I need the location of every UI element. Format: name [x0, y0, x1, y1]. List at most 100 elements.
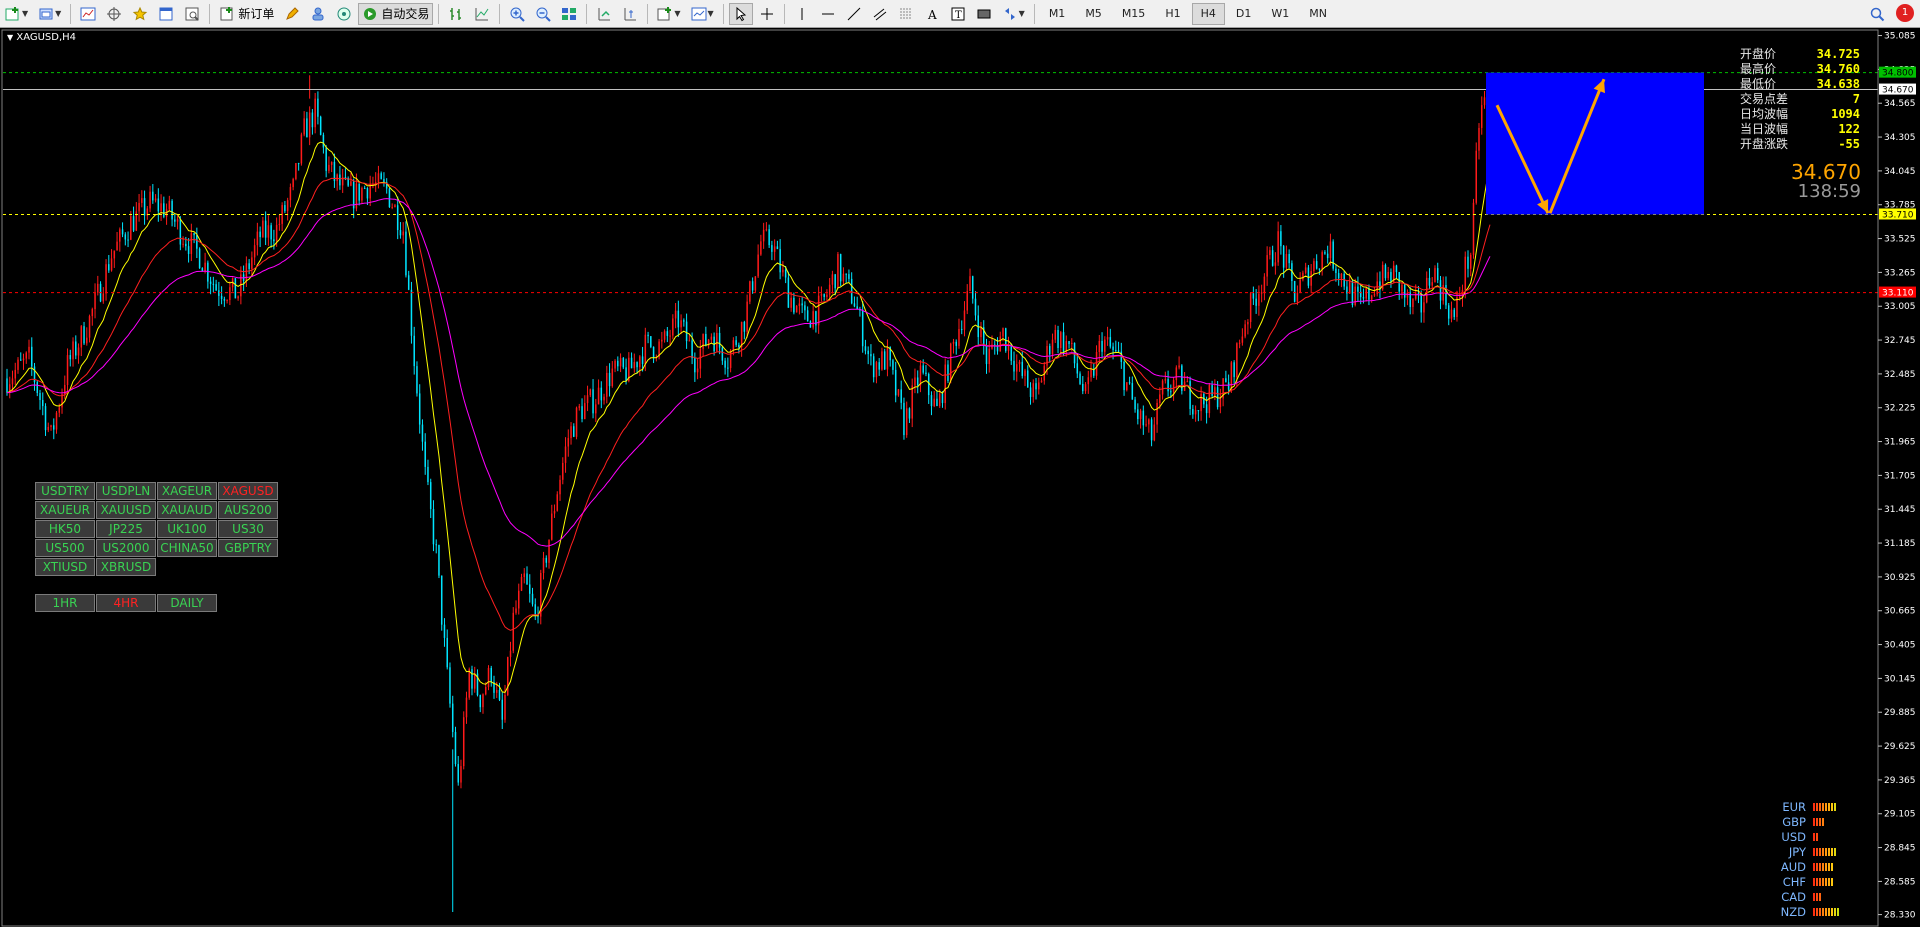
candle-body	[1024, 370, 1026, 376]
svg-text:T: T	[955, 10, 962, 21]
text-button[interactable]: A	[920, 3, 944, 25]
candle-body	[1134, 399, 1136, 410]
strategy-tester-button[interactable]	[180, 3, 204, 25]
price-axis-label: 29.625	[1884, 742, 1916, 752]
crosshair-button[interactable]	[755, 3, 779, 25]
symbol-button-us500[interactable]: US500	[35, 539, 95, 557]
timeframe-h4-button[interactable]: H4	[1191, 2, 1225, 25]
currency-name: AUD	[1780, 859, 1806, 874]
timeframe-w1-button[interactable]: W1	[1262, 3, 1298, 25]
person-icon	[310, 6, 326, 22]
symbol-button-xbrusd[interactable]: XBRUSD	[96, 558, 156, 576]
candle-body	[413, 335, 415, 367]
timeframe-m5-button[interactable]: M5	[1076, 3, 1111, 25]
candle-body	[28, 346, 30, 353]
timeframe-m1-button[interactable]: M1	[1040, 3, 1075, 25]
timeframe-switch-daily[interactable]: DAILY	[157, 594, 217, 612]
candle-body	[897, 389, 900, 396]
timeframe-mn-button[interactable]: MN	[1300, 3, 1336, 25]
tile-windows-button[interactable]	[557, 3, 581, 25]
symbol-button-xageur[interactable]: XAGEUR	[157, 482, 217, 500]
candle-body	[894, 369, 897, 396]
symbol-button-us2000[interactable]: US2000	[96, 539, 156, 557]
timeframe-switch-4hr[interactable]: 4HR	[96, 594, 156, 612]
rectangle-label-button[interactable]	[972, 3, 996, 25]
symbol-button-xagusd[interactable]: XAGUSD	[218, 482, 278, 500]
navigator-button[interactable]	[128, 3, 152, 25]
info-row: 最低价 34.638	[1740, 77, 1860, 92]
symbol-button-aus200[interactable]: AUS200	[218, 501, 278, 519]
market-watch-button[interactable]	[76, 3, 100, 25]
strength-bar	[1825, 802, 1827, 811]
auto-scroll-button[interactable]	[592, 3, 616, 25]
symbol-button-xauaud[interactable]: XAUAUD	[157, 501, 217, 519]
zoom-out-button[interactable]	[531, 3, 555, 25]
timeframe-label: H4	[1200, 7, 1216, 20]
strength-bar	[1828, 802, 1830, 811]
timeframe-label: MN	[1309, 7, 1327, 20]
arrows-button[interactable]: ▼	[998, 3, 1029, 25]
timeframe-h1-button[interactable]: H1	[1156, 3, 1189, 25]
data-window-button[interactable]	[102, 3, 126, 25]
cursor-button[interactable]	[728, 2, 753, 25]
symbol-button-gbptry[interactable]: GBPTRY	[218, 539, 278, 557]
fibonacci-button[interactable]	[894, 3, 918, 25]
periods-button[interactable]: ▼	[687, 3, 718, 25]
price-tag-label: 34.670	[1882, 86, 1914, 96]
candle-body	[1398, 272, 1400, 292]
symbol-button-usdtry[interactable]: USDTRY	[35, 482, 95, 500]
candle-body	[220, 295, 223, 299]
market-button[interactable]	[332, 3, 356, 25]
candle-body	[606, 372, 608, 397]
candle-body	[1192, 408, 1194, 415]
price-axis-label: 34.565	[1884, 99, 1916, 109]
auto-trade-button[interactable]: 自动交易	[358, 2, 434, 25]
symbol-button-xaueur[interactable]: XAUEUR	[35, 501, 95, 519]
horizontal-line-button[interactable]	[816, 3, 840, 25]
channel-button[interactable]	[868, 3, 892, 25]
signals-button[interactable]	[306, 3, 330, 25]
chart-shift-button[interactable]	[618, 3, 642, 25]
vertical-line-button[interactable]	[790, 3, 814, 25]
timeframe-d1-button[interactable]: D1	[1227, 3, 1260, 25]
metaeditor-button[interactable]	[280, 3, 304, 25]
symbol-button-china50[interactable]: CHINA50	[157, 539, 217, 557]
zoom-in-button[interactable]	[505, 3, 529, 25]
symbol-button-usdpln[interactable]: USDPLN	[96, 482, 156, 500]
candle-body	[592, 389, 594, 414]
strength-bar	[1822, 817, 1824, 826]
candle-body	[47, 426, 50, 431]
strength-bar	[1813, 832, 1815, 841]
timeframe-m15-button[interactable]: M15	[1113, 3, 1155, 25]
bar-chart-button[interactable]	[444, 3, 468, 25]
candle-body	[732, 340, 735, 351]
symbol-button-xtiusd[interactable]: XTIUSD	[35, 558, 95, 576]
notification-badge[interactable]: 1	[1896, 4, 1914, 22]
candle-body	[209, 281, 212, 284]
symbol-button-uk100[interactable]: UK100	[157, 520, 217, 538]
text-label-button[interactable]: T	[946, 3, 970, 25]
price-chart[interactable]: 35.08534.82534.56534.30534.04533.78533.5…	[0, 29, 1920, 927]
symbol-button-us30[interactable]: US30	[218, 520, 278, 538]
new-order-button[interactable]: 新订单	[215, 3, 278, 25]
trendline-button[interactable]	[842, 3, 866, 25]
terminal-button[interactable]	[154, 3, 178, 25]
search-button[interactable]	[1865, 3, 1889, 25]
candle-body	[1244, 324, 1246, 337]
candle-body	[826, 294, 828, 297]
chart-window[interactable]: 35.08534.82534.56534.30534.04533.78533.5…	[0, 29, 1920, 927]
new-chart-button[interactable]: ▼	[1, 3, 32, 25]
candle-body	[358, 183, 360, 201]
profiles-button[interactable]: ▼	[34, 3, 65, 25]
price-axis-label: 33.265	[1884, 268, 1916, 278]
line-chart-button[interactable]	[470, 3, 494, 25]
timeframe-switch-1hr[interactable]: 1HR	[35, 594, 95, 612]
symbol-button-xauusd[interactable]: XAUUSD	[96, 501, 156, 519]
candle-body	[790, 297, 792, 308]
candle-body	[636, 362, 638, 368]
info-label: 最高价	[1740, 62, 1777, 76]
indicators-button[interactable]: ▼	[653, 3, 684, 25]
symbol-button-jp225[interactable]: JP225	[96, 520, 156, 538]
candle-body	[1324, 252, 1326, 254]
symbol-button-hk50[interactable]: HK50	[35, 520, 95, 538]
